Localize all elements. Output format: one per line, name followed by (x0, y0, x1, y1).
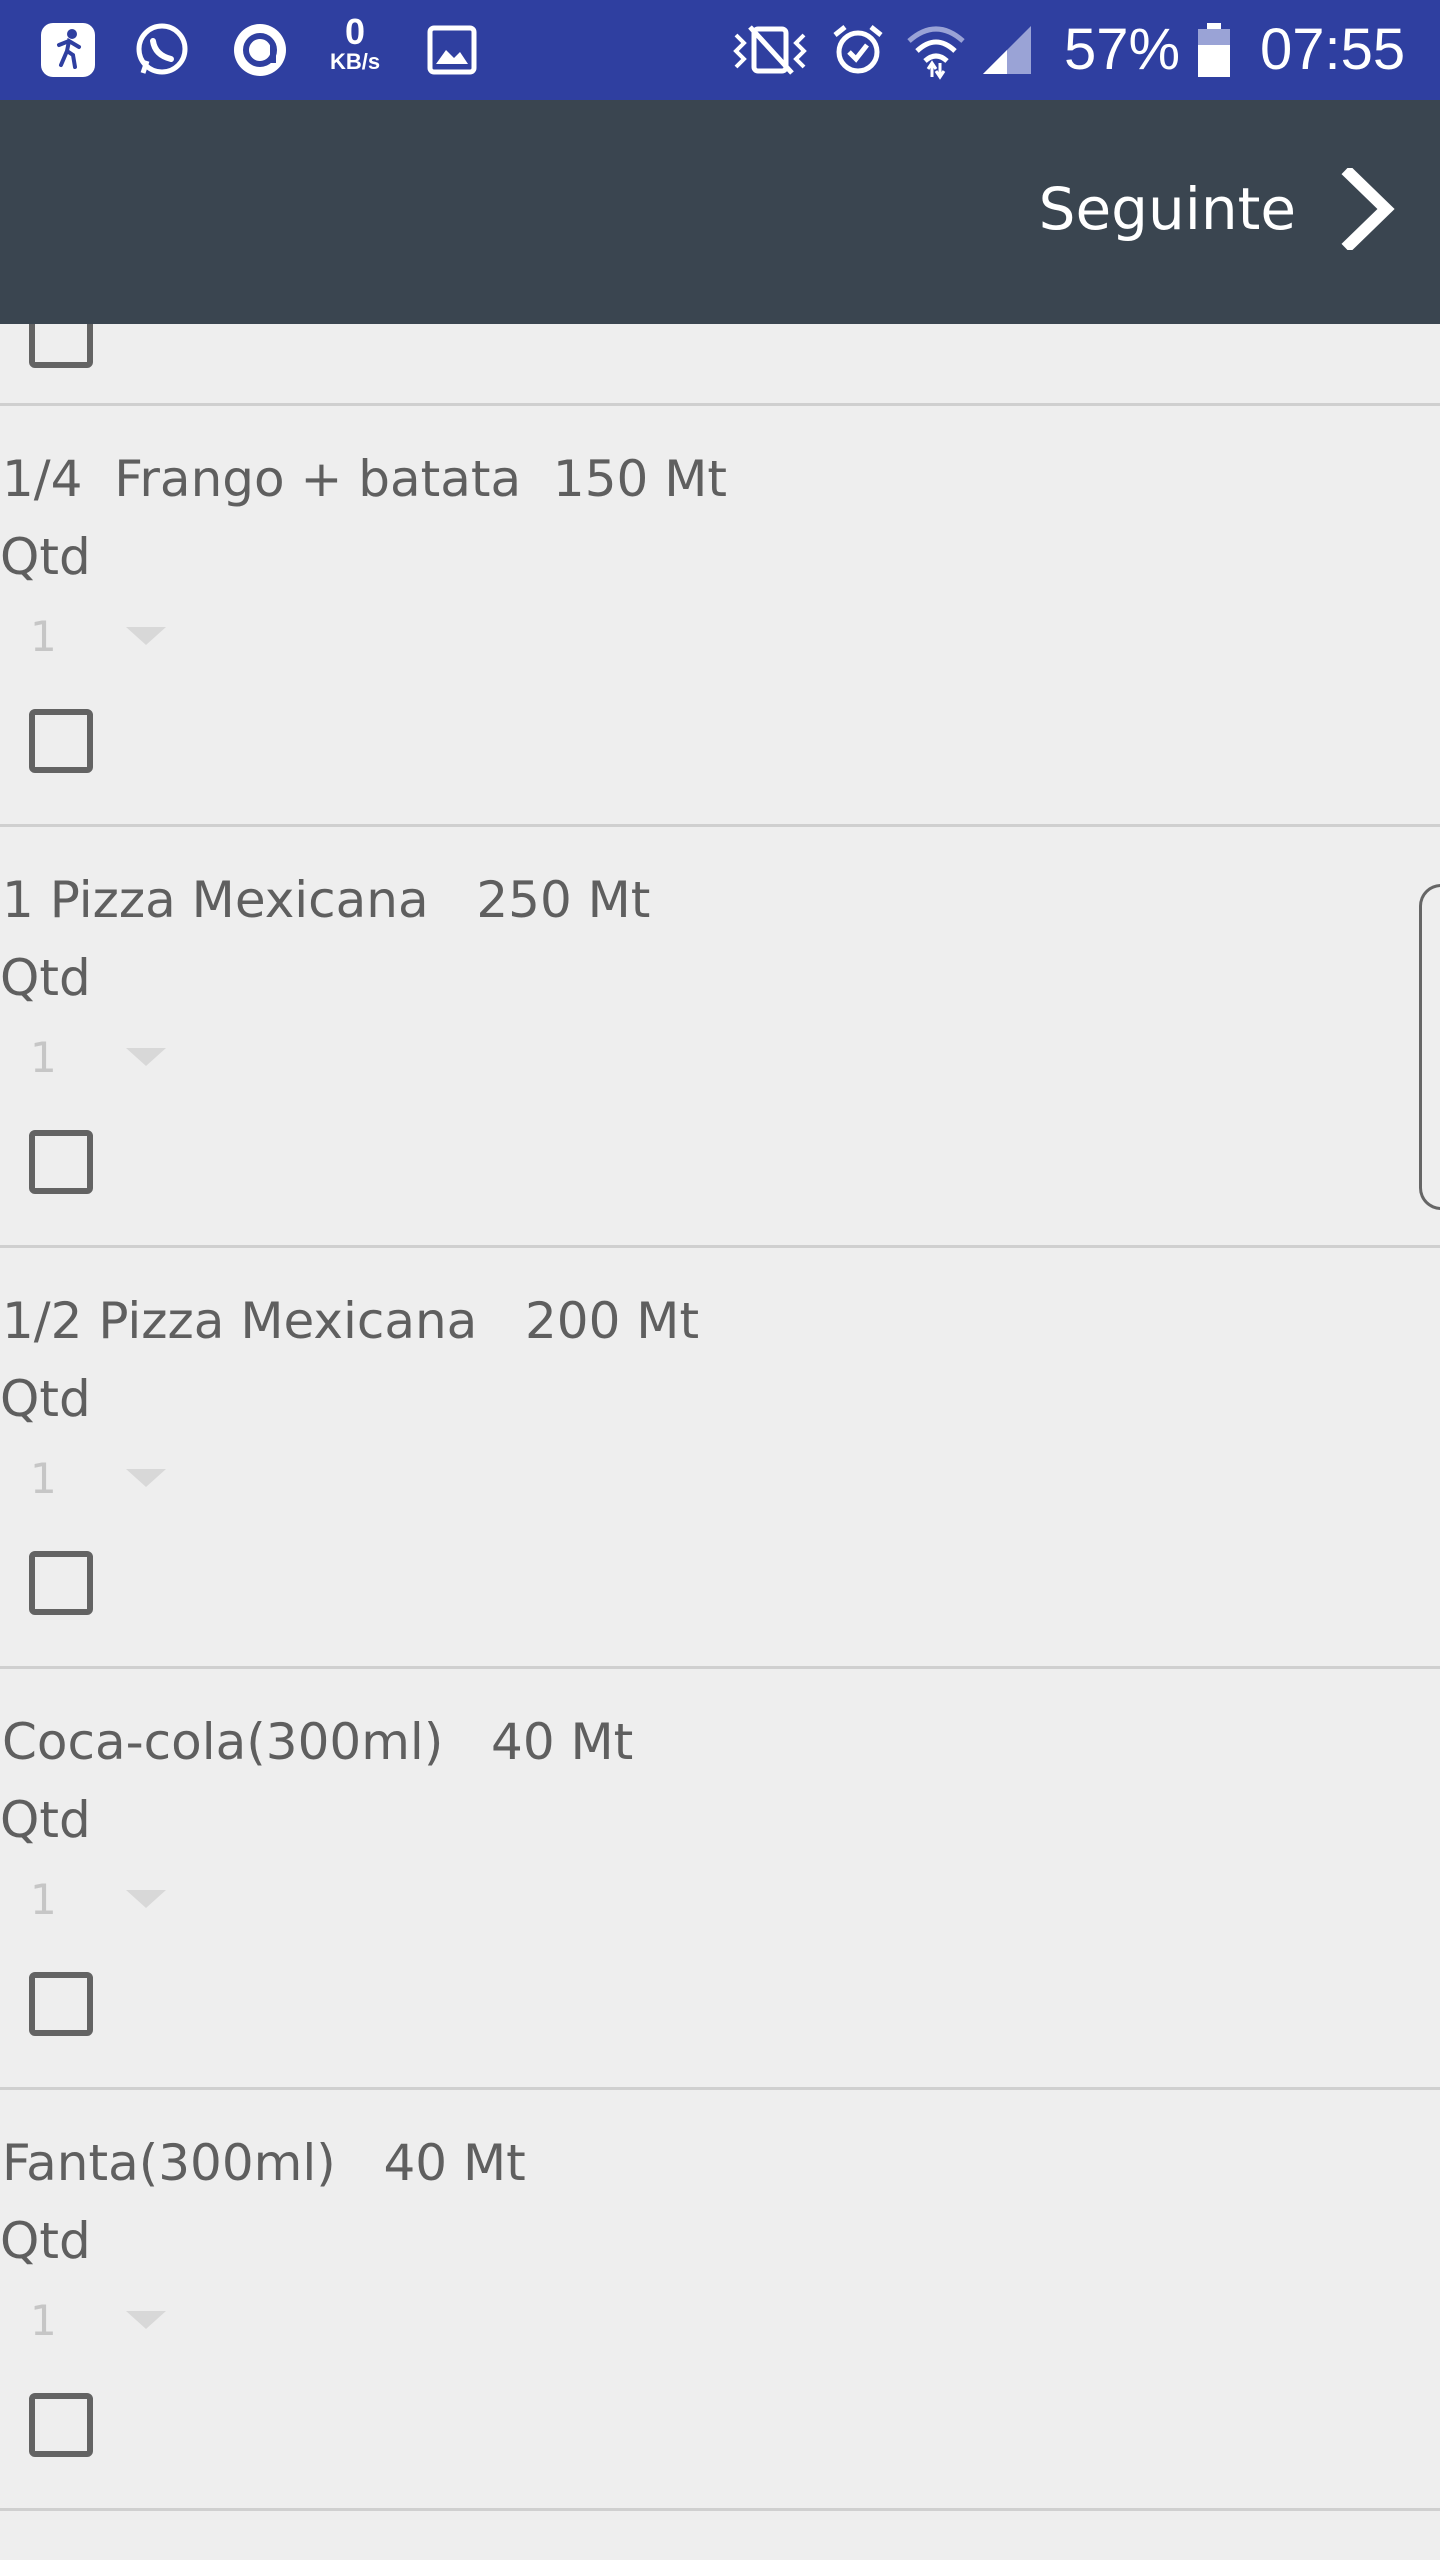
wifi-icon (904, 18, 968, 82)
network-speed: 0 KB/s (325, 14, 385, 74)
list-item: Coca-cola(300ml) 40 Mt Qtd 1 (0, 1669, 1440, 2087)
menu-item-list[interactable]: 1/4 Frango + batata 150 Mt Qtd 1 1 Pizza… (0, 324, 1440, 2560)
list-divider (0, 2508, 1440, 2511)
image-icon (420, 18, 484, 82)
dropdown-caret-icon (126, 1048, 166, 1066)
dropdown-caret-icon (126, 627, 166, 645)
at-sign-icon (228, 18, 292, 82)
qty-dropdown[interactable]: 1 (30, 1869, 170, 1929)
item-checkbox[interactable] (29, 324, 93, 368)
item-title: 1/4 Frango + batata 150 Mt (2, 450, 727, 508)
item-checkbox[interactable] (29, 709, 93, 773)
network-speed-unit: KB/s (329, 49, 381, 74)
list-item: 1/2 Pizza Mexicana 200 Mt Qtd 1 (0, 1248, 1440, 1666)
item-title: Fanta(300ml) 40 Mt (2, 2134, 526, 2192)
item-qty-label: Qtd (0, 949, 91, 1007)
network-speed-value: 0 (344, 11, 366, 52)
next-button-label: Seguinte (1038, 175, 1296, 243)
item-qty-label: Qtd (0, 528, 91, 586)
item-checkbox[interactable] (29, 1130, 93, 1194)
item-title: 1/2 Pizza Mexicana 200 Mt (2, 1292, 700, 1350)
list-item: Fanta(300ml) 40 Mt Qtd 1 (0, 2090, 1440, 2508)
qty-dropdown[interactable]: 1 (30, 2290, 170, 2350)
whatsapp-icon (130, 18, 194, 82)
item-title: 1 Pizza Mexicana 250 Mt (2, 871, 651, 929)
list-item-partial (0, 324, 1440, 404)
clock-time: 07:55 (1260, 17, 1406, 82)
qty-dropdown[interactable]: 1 (30, 1027, 170, 1087)
battery-percent: 57% (1064, 17, 1181, 82)
dropdown-caret-icon (126, 1469, 166, 1487)
chevron-right-icon (1341, 168, 1395, 250)
alarm-icon (826, 18, 890, 82)
item-qty-label: Qtd (0, 1791, 91, 1849)
signal-icon (978, 18, 1036, 82)
scroll-handle[interactable] (1419, 884, 1440, 1210)
qty-dropdown[interactable]: 1 (30, 1448, 170, 1508)
item-title: Coca-cola(300ml) 40 Mt (2, 1713, 634, 1771)
activity-icon (36, 18, 100, 82)
next-button[interactable]: Seguinte (1039, 154, 1396, 264)
item-qty-label: Qtd (0, 1370, 91, 1428)
vibrate-mute-icon (728, 18, 812, 82)
list-item: 1/4 Frango + batata 150 Mt Qtd 1 (0, 406, 1440, 824)
qty-value: 1 (30, 2295, 57, 2345)
app-bar: Seguinte (0, 100, 1440, 324)
qty-value: 1 (30, 1032, 57, 1082)
item-checkbox[interactable] (29, 1551, 93, 1615)
item-qty-label: Qtd (0, 2212, 91, 2270)
list-item: 1 Pizza Mexicana 250 Mt Qtd 1 (0, 827, 1440, 1245)
qty-dropdown[interactable]: 1 (30, 606, 170, 666)
status-bar: 0 KB/s 57% 07:55 (0, 0, 1440, 100)
qty-value: 1 (30, 611, 57, 661)
qty-value: 1 (30, 1453, 57, 1503)
item-checkbox[interactable] (29, 1972, 93, 2036)
dropdown-caret-icon (126, 1890, 166, 1908)
item-checkbox[interactable] (29, 2393, 93, 2457)
dropdown-caret-icon (126, 2311, 166, 2329)
qty-value: 1 (30, 1874, 57, 1924)
battery-icon (1194, 18, 1234, 82)
